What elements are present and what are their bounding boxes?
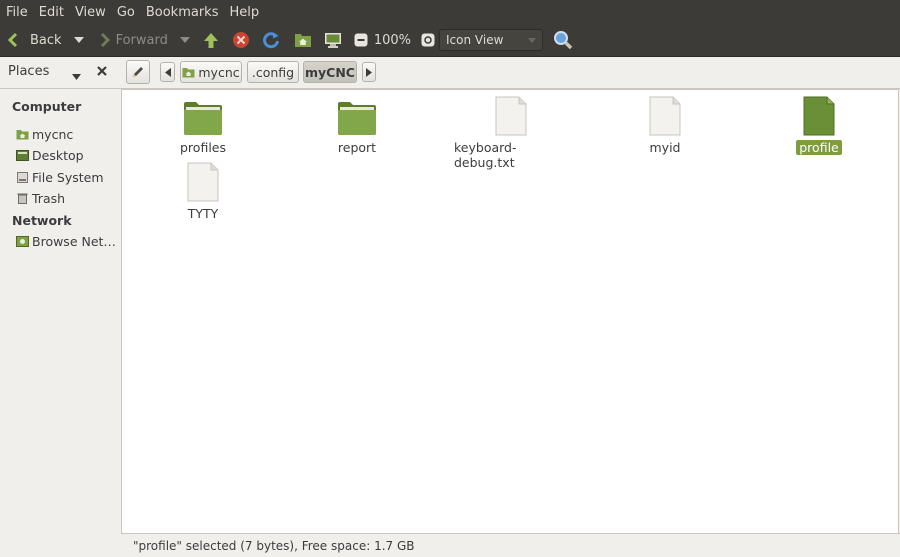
file-item-tyty[interactable]: TYTY (143, 162, 263, 221)
crumb-label: myCNC (305, 64, 355, 80)
zoom-out-button[interactable] (354, 26, 368, 54)
menu-go[interactable]: Go (111, 5, 140, 20)
file-name: TYTY (187, 206, 219, 221)
stop-icon (232, 32, 249, 48)
desktop-icon (16, 150, 29, 161)
view-mode-value: Icon View (446, 33, 504, 47)
places-label: Places (8, 64, 50, 79)
zoom-out-icon (354, 33, 368, 47)
menu-bookmarks[interactable]: Bookmarks (140, 5, 224, 20)
menu-file[interactable]: File (0, 5, 33, 20)
crumb-config[interactable]: .config (247, 61, 299, 83)
menu-view[interactable]: View (69, 5, 111, 20)
crumb-label: mycnc (198, 64, 240, 80)
sidebar-item-label: mycnc (32, 127, 74, 142)
pencil-icon (133, 67, 143, 77)
chevron-down-icon (72, 74, 81, 80)
back-label: Back (30, 32, 62, 48)
stop-button[interactable] (232, 26, 250, 54)
places-dropdown[interactable] (72, 69, 81, 83)
zoom-in-icon (421, 33, 435, 47)
sidebar-item-label: File System (32, 170, 104, 185)
zoom-in-button[interactable] (421, 26, 435, 54)
sidebar-item-browse-network[interactable]: Browse Net… (16, 234, 116, 249)
close-sidebar-button[interactable] (96, 65, 108, 80)
sidebar-heading-computer: Computer (12, 99, 82, 114)
view-mode-select[interactable]: Icon View (439, 29, 544, 51)
file-name: profiles (180, 140, 226, 155)
edit-location-button[interactable] (126, 60, 150, 84)
menubar: File Edit View Go Bookmarks Help (0, 0, 900, 24)
home-folder-icon (182, 67, 195, 77)
sidebar-item-trash[interactable]: Trash (16, 191, 65, 206)
file-item-keyboard-debug[interactable]: keyboard-debug.txt (451, 96, 571, 170)
network-icon (16, 236, 29, 247)
sidebar-heading-network: Network (12, 213, 72, 228)
reload-button[interactable] (262, 26, 280, 54)
file-view[interactable]: profiles report keyboard-debug.txt myid … (121, 89, 899, 533)
sidebar: Computer mycnc Desktop File System Trash… (0, 89, 120, 556)
crumb-label: .config (251, 64, 295, 80)
file-name: profile (796, 140, 842, 155)
up-button[interactable] (202, 26, 220, 54)
file-name: report (337, 140, 377, 155)
search-icon (554, 31, 573, 50)
toolbar: Back Forward 100% Icon View (0, 24, 900, 57)
path-scroll-left-button[interactable] (160, 62, 175, 82)
chevron-down-icon (73, 37, 84, 43)
sidebar-item-label: Browse Net… (32, 234, 116, 249)
computer-icon (324, 32, 341, 48)
close-icon (97, 66, 107, 76)
menu-edit[interactable]: Edit (33, 5, 69, 20)
file-name: myid (649, 140, 681, 155)
forward-arrow-icon (100, 32, 110, 48)
search-button[interactable] (553, 26, 573, 54)
back-arrow-icon (7, 32, 18, 48)
menu-help[interactable]: Help (223, 5, 264, 20)
reload-icon (262, 32, 279, 49)
forward-history-dropdown[interactable] (179, 26, 190, 54)
sidebar-item-desktop[interactable]: Desktop (16, 148, 84, 163)
document-icon (649, 96, 681, 136)
chevron-down-icon (179, 37, 190, 43)
file-item-report[interactable]: report (297, 100, 417, 155)
document-icon (187, 162, 219, 202)
back-history-dropdown[interactable] (73, 26, 84, 54)
sidebar-item-file-system[interactable]: File System (16, 170, 104, 185)
back-button[interactable]: Back (6, 26, 62, 54)
harddisk-icon (17, 172, 28, 183)
chevron-left-icon (164, 67, 171, 77)
up-arrow-icon (203, 33, 218, 48)
home-button[interactable] (294, 26, 312, 54)
home-folder-icon (16, 130, 29, 140)
computer-button[interactable] (324, 26, 342, 54)
home-folder-icon (294, 34, 311, 47)
forward-button[interactable]: Forward (96, 26, 168, 54)
file-item-profile[interactable]: profile (759, 96, 879, 155)
crumb-mycnc-current[interactable]: myCNC (303, 61, 357, 83)
file-item-profiles[interactable]: profiles (143, 100, 263, 155)
chevron-down-icon (528, 37, 537, 43)
path-scroll-right-button[interactable] (362, 62, 376, 82)
document-icon (803, 96, 835, 136)
chevron-right-icon (366, 67, 372, 77)
sidebar-item-mycnc[interactable]: mycnc (16, 127, 73, 142)
forward-label: Forward (115, 32, 168, 48)
status-text: "profile" selected (7 bytes), Free space… (133, 539, 415, 553)
location-bar: Places mycnc .config myCNC (0, 57, 900, 89)
folder-icon (184, 102, 222, 135)
status-bar: "profile" selected (7 bytes), Free space… (121, 533, 900, 557)
zoom-level: 100% (373, 32, 412, 48)
sidebar-item-label: Trash (32, 191, 66, 206)
file-item-myid[interactable]: myid (605, 96, 725, 155)
file-name: keyboard-debug.txt (454, 140, 517, 170)
trash-icon (17, 193, 28, 204)
folder-icon (338, 102, 376, 135)
sidebar-item-label: Desktop (32, 148, 84, 163)
crumb-mycnc[interactable]: mycnc (180, 61, 242, 83)
text-document-icon (495, 96, 527, 136)
